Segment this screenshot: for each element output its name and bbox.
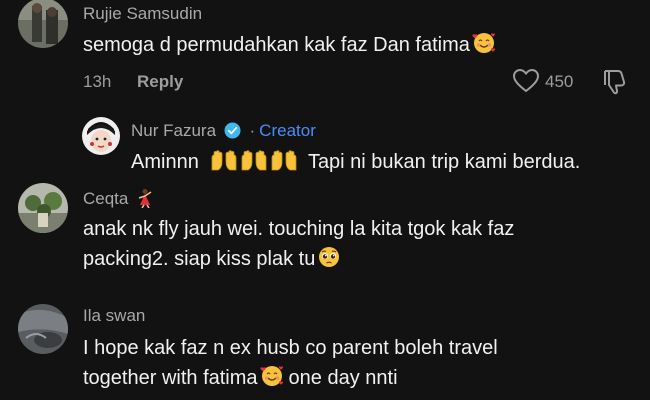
avatar[interactable]	[18, 0, 68, 48]
dislike-button[interactable]	[602, 68, 628, 96]
comment-text: Aminnn Tapi ni bukan trip kami berdua.	[131, 150, 581, 173]
like-count: 450	[545, 72, 574, 91]
comment-username: Nur Fazura · Creator	[131, 121, 316, 144]
creator-label: Creator	[259, 121, 316, 140]
raised-hands-icon	[270, 150, 298, 172]
separator-dot: ·	[249, 121, 256, 140]
comment-text-line: packing2. siap kiss plak tu	[83, 244, 341, 274]
comment-username[interactable]: Rujie Samsudin	[83, 4, 202, 24]
smiling-face-with-hearts-icon	[259, 364, 284, 388]
comments-panel: Rujie Samsudin semoga d permudahkan kak …	[0, 0, 650, 400]
pleading-face-icon	[317, 245, 341, 269]
avatar[interactable]	[18, 304, 68, 354]
comment-username: Ceqta	[83, 188, 154, 213]
comment-text: semoga d permudahkan kak faz Dan fatima	[83, 30, 496, 60]
smiling-face-with-hearts-icon	[472, 31, 496, 55]
comment-text-line: I hope kak faz n ex husb co parent boleh…	[83, 337, 498, 359]
like-button[interactable]	[512, 68, 540, 94]
verified-badge-icon	[224, 122, 241, 144]
comment-text-line: anak nk fly jauh wei. touching la kita t…	[83, 218, 515, 240]
woman-dancing-icon	[136, 188, 154, 213]
thumbs-down-icon	[604, 70, 626, 95]
comment-text-line: together with fatima one day nnti	[83, 363, 398, 393]
comment-username[interactable]: Ila swan	[83, 306, 145, 326]
raised-hands-icon	[240, 150, 268, 172]
reply-button[interactable]: Reply	[137, 72, 183, 92]
avatar[interactable]	[18, 183, 68, 233]
heart-icon	[512, 68, 540, 93]
avatar[interactable]	[82, 117, 120, 155]
comment-timestamp: 13h	[83, 72, 112, 91]
raised-hands-icon	[210, 150, 238, 172]
